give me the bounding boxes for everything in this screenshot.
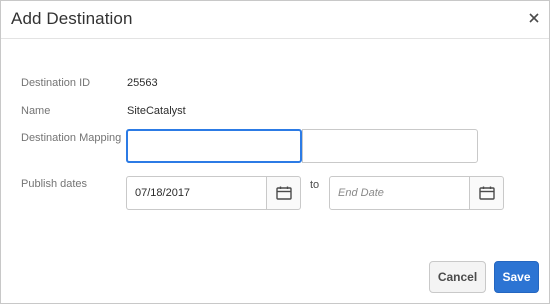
end-date-input[interactable]	[329, 176, 470, 210]
end-date-calendar-button[interactable]	[469, 176, 504, 210]
destination-mapping-input[interactable]	[126, 129, 302, 163]
to-label: to	[310, 179, 320, 191]
destination-mapping-secondary-field[interactable]	[302, 129, 478, 163]
calendar-icon	[275, 186, 292, 200]
name-label: Name	[21, 105, 51, 117]
add-destination-dialog: Add Destination Destination ID 25563 Nam…	[0, 0, 550, 304]
destination-id-label: Destination ID	[21, 77, 91, 89]
start-date-calendar-button[interactable]	[266, 176, 301, 210]
save-button[interactable]: Save	[494, 261, 539, 293]
publish-dates-label: Publish dates	[21, 178, 88, 190]
name-value: SiteCatalyst	[127, 105, 186, 117]
dialog-header: Add Destination	[1, 1, 549, 39]
close-icon[interactable]	[525, 9, 543, 27]
calendar-icon	[478, 186, 495, 200]
destination-id-value: 25563	[127, 77, 158, 89]
cancel-button[interactable]: Cancel	[429, 261, 486, 293]
dialog-title: Add Destination	[11, 9, 133, 28]
destination-mapping-label: Destination Mapping	[21, 132, 122, 144]
start-date-input[interactable]	[126, 176, 267, 210]
